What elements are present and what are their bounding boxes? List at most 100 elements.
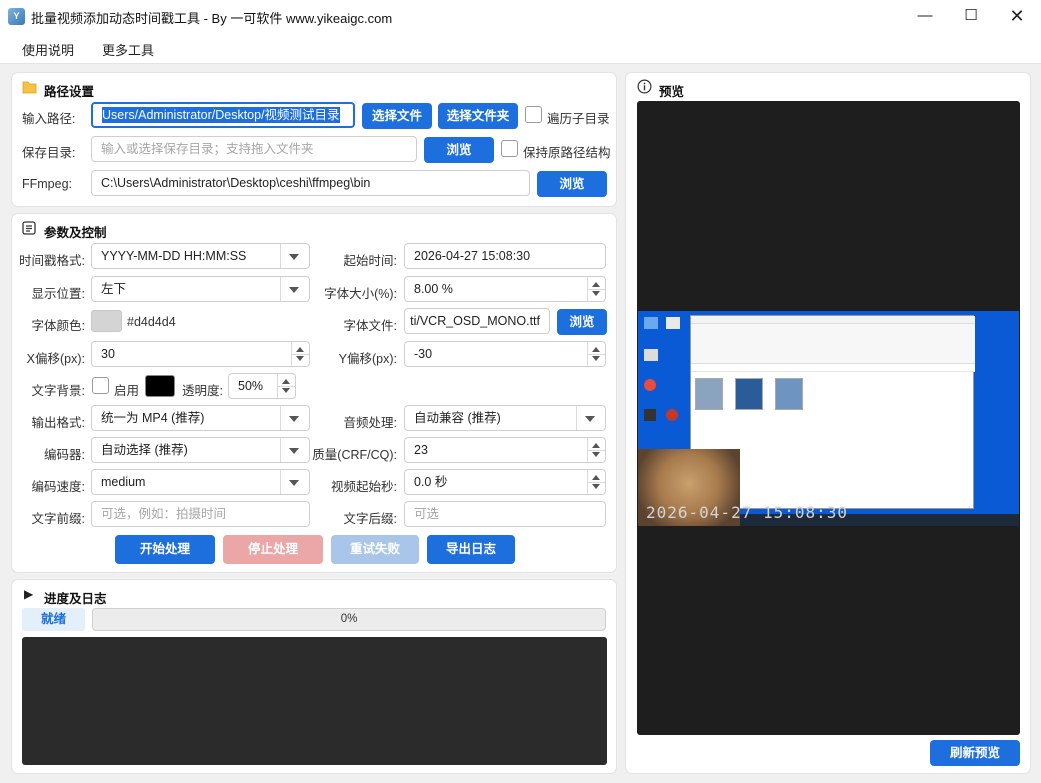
input-path-label: 输入路径: xyxy=(22,112,76,126)
stop-button[interactable]: 停止处理 xyxy=(223,535,323,564)
bg-enable-label: 启用 xyxy=(114,384,140,398)
list-icon xyxy=(22,221,37,235)
x-offset-stepper[interactable] xyxy=(291,342,309,366)
font-size-label: 字体大小(%): xyxy=(324,287,397,301)
audio-select[interactable]: 自动兼容 (推荐) xyxy=(404,405,606,431)
quality-label: 质量(CRF/CQ): xyxy=(312,448,397,462)
maximize-button[interactable]: ☐ xyxy=(948,0,994,32)
info-icon xyxy=(637,79,652,94)
desktop-icon xyxy=(644,349,658,361)
suffix-field[interactable]: 可选 xyxy=(404,501,606,527)
position-select[interactable]: 左下 xyxy=(91,276,310,302)
path-settings-title: 路径设置 xyxy=(44,85,95,99)
progress-bar: 0% xyxy=(92,608,606,631)
y-offset-label: Y偏移(px): xyxy=(338,352,397,366)
log-area[interactable] xyxy=(22,637,607,765)
select-file-button[interactable]: 选择文件 xyxy=(362,103,432,129)
save-dir-browse-button[interactable]: 浏览 xyxy=(424,137,494,163)
opacity-label: 透明度: xyxy=(182,384,223,398)
ffmpeg-path-field[interactable]: C:\Users\Administrator\Desktop\ceshi\ffm… xyxy=(91,170,530,196)
menu-item-more-tools[interactable]: 更多工具 xyxy=(102,40,154,59)
font-color-hex: #d4d4d4 xyxy=(127,315,176,329)
status-badge: 就绪 xyxy=(22,608,85,631)
keep-structure-checkbox[interactable] xyxy=(501,140,518,157)
input-path-field[interactable]: Users/Administrator/Desktop/视频测试目录 xyxy=(91,102,355,128)
encoder-label: 编码器: xyxy=(44,448,85,462)
timestamp-format-select[interactable]: YYYY-MM-DD HH:MM:SS xyxy=(91,243,310,269)
opacity-spinbox[interactable]: 50% xyxy=(228,373,296,399)
output-format-select[interactable]: 统一为 MP4 (推荐) xyxy=(91,405,310,431)
desktop-icon xyxy=(644,317,658,329)
font-file-browse-button[interactable]: 浏览 xyxy=(557,309,607,335)
save-dir-label: 保存目录: xyxy=(22,146,76,160)
start-button[interactable]: 开始处理 xyxy=(115,535,215,564)
quality-spinbox[interactable]: 23 xyxy=(404,437,606,463)
x-offset-spinbox[interactable]: 30 xyxy=(91,341,310,367)
font-size-spinbox[interactable]: 8.00 % xyxy=(404,276,606,302)
encode-speed-label: 编码速度: xyxy=(31,480,85,494)
text-bg-label: 文字背景: xyxy=(31,384,85,398)
folder-icon xyxy=(22,80,37,94)
video-thumbnail xyxy=(695,378,723,410)
suffix-label: 文字后缀: xyxy=(343,512,397,526)
progress-text: 0% xyxy=(340,613,358,625)
explorer-titlebar xyxy=(691,316,975,324)
ffmpeg-browse-button[interactable]: 浏览 xyxy=(537,171,607,197)
video-start-stepper[interactable] xyxy=(587,470,605,494)
timestamp-overlay: 2026-04-27 15:08:30 xyxy=(646,503,849,522)
quality-stepper[interactable] xyxy=(587,438,605,462)
encoder-select[interactable]: 自动选择 (推荐) xyxy=(91,437,310,463)
explorer-address-bar xyxy=(691,364,975,372)
prefix-field[interactable]: 可选，例如：拍摄时间 xyxy=(91,501,310,527)
y-offset-spinbox[interactable]: -30 xyxy=(404,341,606,367)
keep-structure-label: 保持原路径结构 xyxy=(523,146,611,160)
title-bar: Y 批量视频添加动态时间戳工具 - By 一可软件 www.yikeaigc.c… xyxy=(0,0,1041,32)
video-start-label: 视频起始秒: xyxy=(331,480,397,494)
prefix-label: 文字前缀: xyxy=(31,512,85,526)
video-start-spinbox[interactable]: 0.0 秒 xyxy=(404,469,606,495)
desktop-icon xyxy=(666,317,680,329)
recurse-subdirs-checkbox[interactable] xyxy=(525,106,542,123)
output-format-label: 输出格式: xyxy=(31,416,85,430)
select-folder-button[interactable]: 选择文件夹 xyxy=(438,103,518,129)
menu-item-help[interactable]: 使用说明 xyxy=(22,40,74,59)
audio-label: 音频处理: xyxy=(343,416,397,430)
timestamp-format-label: 时间戳格式: xyxy=(19,254,85,268)
menu-bar: 使用说明 更多工具 xyxy=(0,32,1041,64)
font-file-field[interactable]: ti/VCR_OSD_MONO.ttf xyxy=(404,308,550,334)
params-title: 参数及控制 xyxy=(44,226,107,240)
desktop-icon xyxy=(644,409,656,421)
recurse-subdirs-label: 遍历子目录 xyxy=(547,112,610,126)
refresh-preview-button[interactable]: 刷新预览 xyxy=(930,740,1020,766)
encode-speed-select[interactable]: medium xyxy=(91,469,310,495)
collapse-triangle-icon[interactable]: ▶ xyxy=(24,587,33,601)
y-offset-stepper[interactable] xyxy=(587,342,605,366)
bg-color-swatch[interactable] xyxy=(145,375,175,397)
close-button[interactable]: ✕ xyxy=(994,0,1040,32)
preview-screen: 2026-04-27 15:08:30 xyxy=(637,101,1020,735)
bg-enable-checkbox[interactable] xyxy=(92,377,109,394)
browser-icon xyxy=(644,379,656,391)
start-time-label: 起始时间: xyxy=(343,254,397,268)
minimize-button[interactable]: — xyxy=(902,0,948,32)
video-thumbnail xyxy=(735,378,763,410)
preview-title: 预览 xyxy=(659,85,685,99)
video-thumbnail xyxy=(775,378,803,410)
progress-title: 进度及日志 xyxy=(44,592,107,606)
start-time-field[interactable]: 2026-04-27 15:08:30 xyxy=(404,243,606,269)
export-log-button[interactable]: 导出日志 xyxy=(427,535,515,564)
desktop-icon xyxy=(666,409,678,421)
x-offset-label: X偏移(px): xyxy=(26,352,85,366)
opacity-stepper[interactable] xyxy=(277,374,295,398)
font-size-stepper[interactable] xyxy=(587,277,605,301)
preview-frame: 2026-04-27 15:08:30 xyxy=(638,311,1019,526)
save-dir-field[interactable]: 输入或选择保存目录；支持拖入文件夹 xyxy=(91,136,417,162)
font-color-swatch[interactable] xyxy=(91,310,122,332)
explorer-ribbon xyxy=(691,324,975,364)
window-title: 批量视频添加动态时间戳工具 - By 一可软件 www.yikeaigc.com xyxy=(31,11,393,26)
position-label: 显示位置: xyxy=(31,287,85,301)
retry-failed-button[interactable]: 重试失败 xyxy=(331,535,419,564)
font-file-label: 字体文件: xyxy=(343,319,397,333)
font-color-label: 字体颜色: xyxy=(31,319,85,333)
ffmpeg-label: FFmpeg: xyxy=(22,177,73,191)
